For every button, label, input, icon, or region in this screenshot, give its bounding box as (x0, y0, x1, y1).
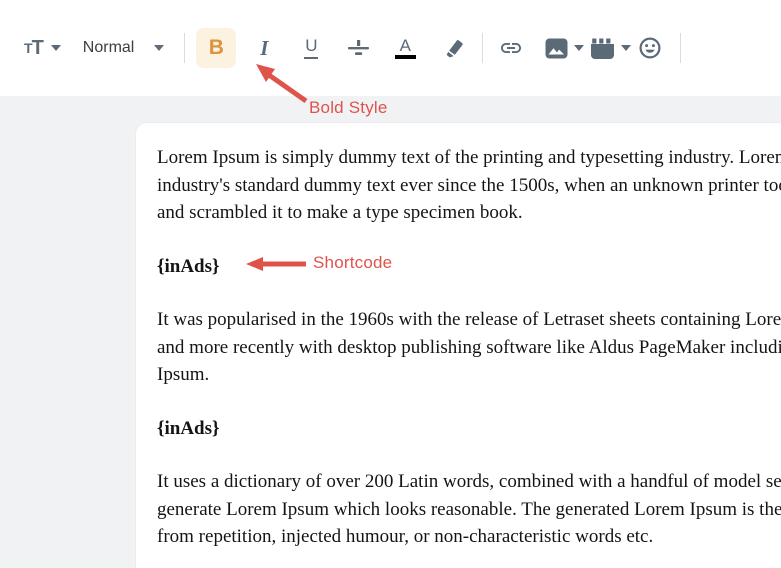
video-icon (590, 38, 615, 59)
text-line: It was popularised in the 1960s with the… (157, 306, 781, 334)
bold-icon: B (209, 36, 224, 60)
toolbar-divider (482, 33, 483, 63)
toolbar-divider (184, 33, 185, 63)
emoji-icon (638, 36, 662, 60)
text-color-icon: A (400, 37, 411, 55)
italic-button[interactable]: I (247, 29, 281, 67)
image-icon (545, 38, 568, 59)
toolbar-divider (680, 33, 681, 63)
editor-screen: TT Normal B I U A (0, 0, 781, 568)
text-line: from repetition, injected humour, or non… (157, 523, 781, 551)
paragraph: Lorem Ipsum is simply dummy text of the … (157, 144, 781, 227)
strikethrough-icon (347, 38, 370, 58)
underline-icon: U (304, 37, 318, 59)
font-size-button[interactable]: TT (24, 29, 61, 67)
text-line: generate Lorem Ipsum which looks reasona… (157, 496, 781, 524)
text-line: Ipsum. (157, 361, 781, 389)
text-line: and more recently with desktop publishin… (157, 334, 781, 362)
chevron-down-icon (154, 45, 164, 51)
current-color-swatch (395, 55, 416, 59)
underline-button[interactable]: U (294, 29, 328, 67)
paragraph-style-dropdown[interactable]: Normal (79, 29, 169, 67)
chevron-down-icon (574, 45, 584, 51)
insert-link-button[interactable] (494, 29, 528, 67)
document-content: Lorem Ipsum is simply dummy text of the … (136, 123, 781, 551)
shortcode-annotation: Shortcode (313, 253, 392, 273)
text-color-button[interactable]: A (388, 29, 422, 67)
paragraph: It uses a dictionary of over 200 Latin w… (157, 468, 781, 551)
highlight-color-button[interactable] (435, 29, 469, 67)
shortcode-token: {inAds} (157, 253, 781, 281)
text-line: industry's standard dummy text ever sinc… (157, 172, 781, 200)
text-line: and scrambled it to make a type specimen… (157, 199, 781, 227)
italic-icon: I (260, 36, 268, 61)
text-line: It uses a dictionary of over 200 Latin w… (157, 468, 781, 496)
insert-image-button[interactable] (541, 29, 587, 67)
strikethrough-button[interactable] (341, 29, 375, 67)
font-size-icon: T (24, 40, 32, 56)
highlighter-icon (440, 36, 465, 60)
bold-button[interactable]: B (196, 28, 236, 68)
bold-style-annotation: Bold Style (309, 98, 388, 118)
text-line: Lorem Ipsum is simply dummy text of the … (157, 144, 781, 172)
insert-emoji-button[interactable] (633, 29, 667, 67)
formatting-toolbar: TT Normal B I U A (0, 0, 781, 96)
document-editor-canvas[interactable]: Lorem Ipsum is simply dummy text of the … (135, 122, 781, 568)
insert-video-button[interactable] (587, 29, 633, 67)
chevron-down-icon (621, 45, 631, 51)
paragraph-style-value: Normal (83, 39, 135, 57)
link-icon (498, 36, 524, 60)
chevron-down-icon (51, 45, 61, 51)
paragraph: It was popularised in the 1960s with the… (157, 306, 781, 389)
shortcode-token: {inAds} (157, 415, 781, 443)
